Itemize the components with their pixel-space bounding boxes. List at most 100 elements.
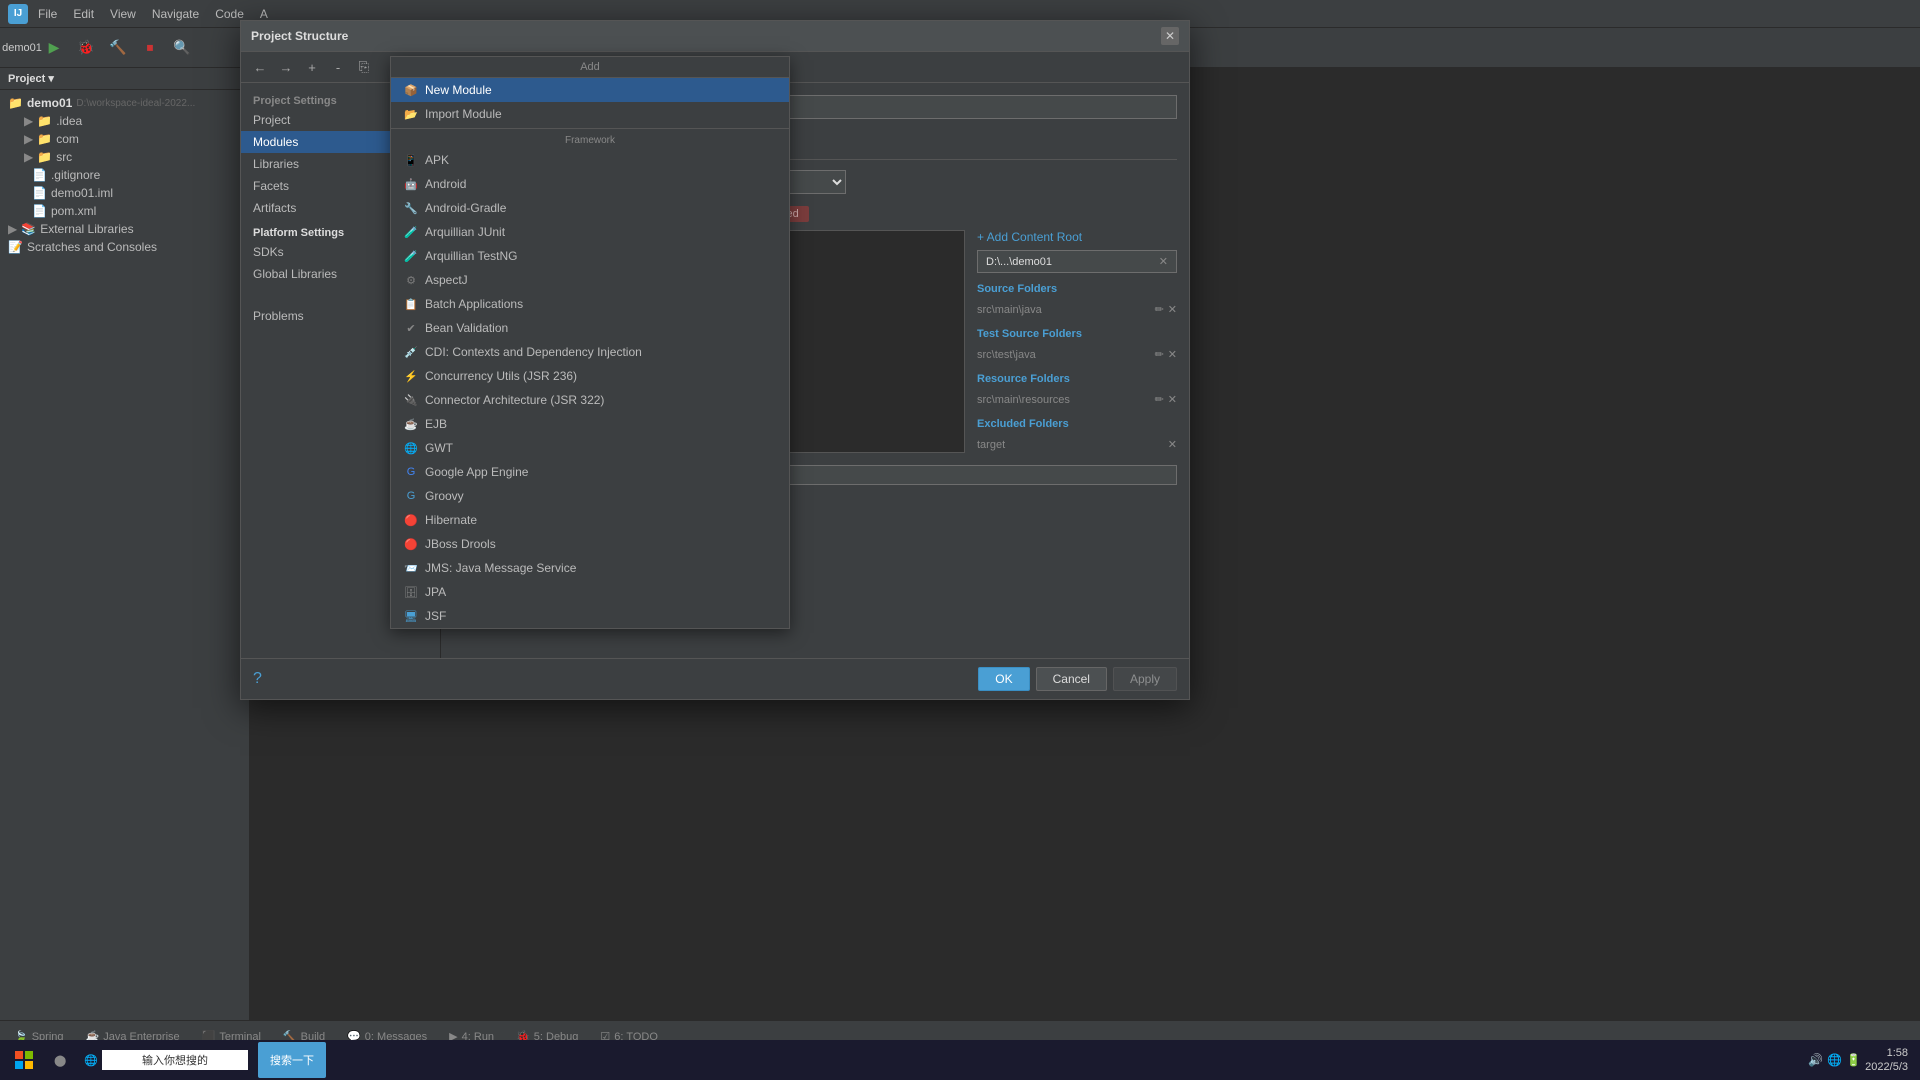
- taskbar-search[interactable]: ⬤: [46, 1042, 74, 1078]
- menu-jboss-drools[interactable]: 🔴 JBoss Drools: [391, 532, 789, 556]
- taskbar-tray: 🔊 🌐 🔋 1:58 2022/5/3: [1808, 1046, 1916, 1075]
- project-label: Project ▾: [8, 72, 54, 85]
- menu-aspectj[interactable]: ⚙ AspectJ: [391, 268, 789, 292]
- tree-item-src[interactable]: ▶ 📁 src: [0, 148, 249, 166]
- ok-button[interactable]: OK: [978, 667, 1029, 691]
- jsf-icon: 🖥: [403, 608, 419, 624]
- debug-button[interactable]: 🐞: [72, 34, 100, 62]
- arquillian-junit-label: Arquillian JUnit: [425, 225, 505, 239]
- scratches-icon: 📝: [8, 240, 23, 254]
- add-content-root-button[interactable]: + Add Content Root: [977, 230, 1177, 244]
- tree-item-pom[interactable]: 📄 pom.xml: [0, 202, 249, 220]
- arquillian-testng-icon: 🧪: [403, 248, 419, 264]
- toolbar-back-button[interactable]: ←: [249, 56, 271, 78]
- menu-navigate[interactable]: Navigate: [146, 5, 205, 23]
- toolbar-copy-button[interactable]: ⎘: [353, 56, 375, 78]
- menu-bean-validation[interactable]: ✔ Bean Validation: [391, 316, 789, 340]
- battery-icon[interactable]: 🔋: [1846, 1053, 1861, 1067]
- framework-list: 📱 APK 🤖 Android 🔧 Android-Gradle 🧪 Arqui…: [391, 148, 789, 628]
- project-panel: Project ▾ 📁 demo01 D:\workspace-ideal-20…: [0, 68, 250, 1020]
- folder-icon: 📁: [37, 150, 52, 164]
- menu-concurrency[interactable]: ⚡ Concurrency Utils (JSR 236): [391, 364, 789, 388]
- remove-excluded-icon[interactable]: ✕: [1168, 438, 1177, 451]
- taskbar-search-btn[interactable]: 搜索一下: [258, 1042, 326, 1078]
- jms-label: JMS: Java Message Service: [425, 561, 576, 575]
- remove-resource-icon[interactable]: ✕: [1168, 393, 1177, 406]
- toolbar-forward-button[interactable]: →: [275, 56, 297, 78]
- edit-source-icon[interactable]: ✏: [1155, 303, 1164, 316]
- menu-jms[interactable]: 📨 JMS: Java Message Service: [391, 556, 789, 580]
- search-button[interactable]: 🔍: [168, 34, 196, 62]
- android-gradle-label: Android-Gradle: [425, 201, 506, 215]
- remove-path-icon[interactable]: ✕: [1159, 255, 1168, 268]
- menu-new-module[interactable]: 📦 New Module: [391, 78, 789, 102]
- toolbar-add-button[interactable]: +: [301, 56, 323, 78]
- sound-icon[interactable]: 🔊: [1808, 1053, 1823, 1067]
- stop-button[interactable]: ⏹: [136, 34, 164, 62]
- menu-gwt[interactable]: 🌐 GWT: [391, 436, 789, 460]
- tree-label: src: [56, 150, 72, 164]
- menu-android[interactable]: 🤖 Android: [391, 172, 789, 196]
- add-icon: +: [308, 60, 316, 75]
- concurrency-label: Concurrency Utils (JSR 236): [425, 369, 577, 383]
- google-label: Google App Engine: [425, 465, 528, 479]
- app-icon: IJ: [8, 4, 28, 24]
- menu-batch[interactable]: 📋 Batch Applications: [391, 292, 789, 316]
- folder-icon: 📁: [8, 96, 23, 110]
- hibernate-icon: 🔴: [403, 512, 419, 528]
- tree-item-com[interactable]: ▶ 📁 com: [0, 130, 249, 148]
- toolbar-remove-button[interactable]: -: [327, 56, 349, 78]
- menu-ejb[interactable]: ☕ EJB: [391, 412, 789, 436]
- remove-source-icon[interactable]: ✕: [1168, 303, 1177, 316]
- google-icon: G: [403, 464, 419, 480]
- concurrency-icon: ⚡: [403, 368, 419, 384]
- tree-item-scratches[interactable]: 📝 Scratches and Consoles: [0, 238, 249, 256]
- taskbar-ie[interactable]: 🌐 输入你想搜的: [76, 1042, 256, 1078]
- menu-groovy[interactable]: G Groovy: [391, 484, 789, 508]
- tree-item-external-libs[interactable]: ▶ 📚 External Libraries: [0, 220, 249, 238]
- menu-google-app-engine[interactable]: G Google App Engine: [391, 460, 789, 484]
- menu-jpa[interactable]: 🗄 JPA: [391, 580, 789, 604]
- menu-cdi[interactable]: 💉 CDI: Contexts and Dependency Injection: [391, 340, 789, 364]
- ejb-label: EJB: [425, 417, 447, 431]
- android-icon: 🤖: [403, 176, 419, 192]
- menu-edit[interactable]: Edit: [67, 5, 100, 23]
- tree-item-idea[interactable]: ▶ 📁 .idea: [0, 112, 249, 130]
- tree-item-iml[interactable]: 📄 demo01.iml: [0, 184, 249, 202]
- menu-import-module[interactable]: 📂 Import Module: [391, 102, 789, 126]
- dialog-close-button[interactable]: ✕: [1161, 27, 1179, 45]
- menu-file[interactable]: File: [32, 5, 63, 23]
- help-icon[interactable]: ?: [253, 670, 262, 688]
- file-icon: 📄: [32, 168, 47, 182]
- tree-item-gitignore[interactable]: 📄 .gitignore: [0, 166, 249, 184]
- apply-button[interactable]: Apply: [1113, 667, 1177, 691]
- project-panel-header: Project ▾: [0, 68, 249, 90]
- gwt-label: GWT: [425, 441, 453, 455]
- network-icon[interactable]: 🌐: [1827, 1053, 1842, 1067]
- edit-test-icon[interactable]: ✏: [1155, 348, 1164, 361]
- menu-connector[interactable]: 🔌 Connector Architecture (JSR 322): [391, 388, 789, 412]
- menu-arquillian-testng[interactable]: 🧪 Arquillian TestNG: [391, 244, 789, 268]
- edit-resource-icon[interactable]: ✏: [1155, 393, 1164, 406]
- remove-test-icon[interactable]: ✕: [1168, 348, 1177, 361]
- menu-hibernate[interactable]: 🔴 Hibernate: [391, 508, 789, 532]
- menu-view[interactable]: View: [104, 5, 142, 23]
- android-gradle-icon: 🔧: [403, 200, 419, 216]
- taskbar-search-text[interactable]: 输入你想搜的: [102, 1050, 248, 1070]
- menu-apk[interactable]: 📱 APK: [391, 148, 789, 172]
- menu-android-gradle[interactable]: 🔧 Android-Gradle: [391, 196, 789, 220]
- menu-arquillian-junit[interactable]: 🧪 Arquillian JUnit: [391, 220, 789, 244]
- build-button[interactable]: 🔨: [104, 34, 132, 62]
- project-selector[interactable]: demo01: [8, 34, 36, 62]
- cancel-button[interactable]: Cancel: [1036, 667, 1107, 691]
- excluded-folder-path: target ✕: [977, 436, 1177, 453]
- run-button[interactable]: ▶: [40, 34, 68, 62]
- dropdown-header: Add: [391, 57, 789, 78]
- menu-jsf[interactable]: 🖥 JSF: [391, 604, 789, 628]
- dropdown-divider: [391, 128, 789, 129]
- new-module-icon: 📦: [403, 82, 419, 98]
- tray-clock[interactable]: 1:58 2022/5/3: [1865, 1046, 1908, 1075]
- tree-item-demo01[interactable]: 📁 demo01 D:\workspace-ideal-2022...: [0, 94, 249, 112]
- source-path-text: src\main\java: [977, 304, 1042, 316]
- start-button[interactable]: [4, 1042, 44, 1078]
